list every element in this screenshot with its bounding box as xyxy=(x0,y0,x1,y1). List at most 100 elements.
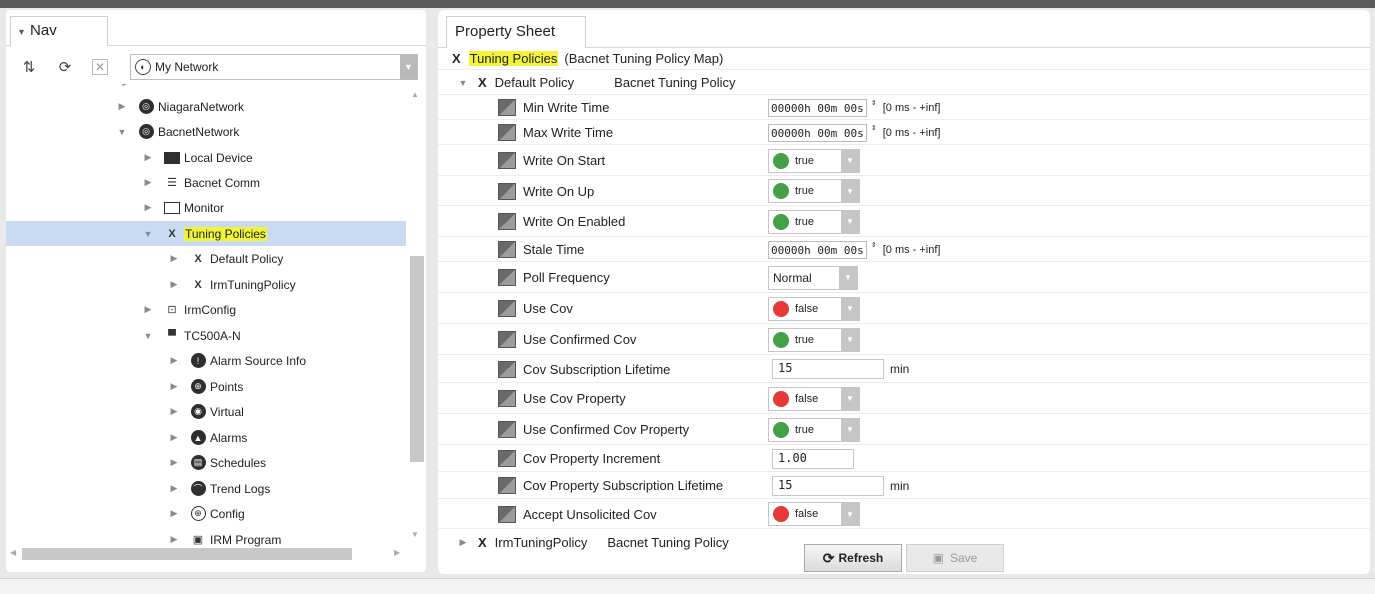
scroll-up-icon[interactable]: ▲ xyxy=(411,90,419,99)
collapse-arrow-icon[interactable]: ▼ xyxy=(142,229,154,239)
expand-arrow-icon[interactable]: ▶ xyxy=(168,253,180,264)
chevron-down-icon[interactable]: ▼ xyxy=(841,387,859,410)
tree-item-trend-logs[interactable]: ▶ ⌒ Trend Logs xyxy=(6,476,406,501)
tree-item-label: Alarms xyxy=(210,430,248,445)
tree-item-local-device[interactable]: ▶ Local Device xyxy=(6,145,406,170)
scrollbar-thumb[interactable] xyxy=(22,548,352,560)
tree-item-monitor[interactable]: ▶ Monitor xyxy=(6,195,406,220)
scroll-right-icon[interactable]: ▶ xyxy=(394,548,400,557)
tab-property-sheet[interactable]: Property Sheet xyxy=(446,16,586,48)
scroll-down-icon[interactable]: ▼ xyxy=(411,530,419,539)
expand-arrow-icon[interactable]: ▶ xyxy=(168,483,180,494)
expand-arrow-icon[interactable]: ▶ xyxy=(168,534,180,545)
tree-vertical-scrollbar[interactable]: ▲ ▼ xyxy=(408,84,424,550)
chevron-down-icon[interactable]: ▼ xyxy=(841,418,859,441)
tab-nav[interactable]: ▾ Nav xyxy=(10,16,108,46)
tree-item-config[interactable]: ▶ ⊕ Config xyxy=(6,501,406,526)
tree-item-irmconfig[interactable]: ▶ ⊡ IrmConfig xyxy=(6,297,406,322)
duration-field[interactable]: 00000h 00m 00s ⇕ [0 ms - +inf] xyxy=(768,121,941,144)
boolean-select[interactable]: true ▼ xyxy=(768,417,860,442)
collapse-arrow-icon[interactable]: ▼ xyxy=(456,78,470,88)
tree-item-irmtuningpolicy[interactable]: ▶ X IrmTuningPolicy xyxy=(6,272,406,297)
tree-item-default-policy[interactable]: ▶ X Default Policy xyxy=(6,246,406,271)
expand-arrow-icon[interactable]: ▶ xyxy=(168,279,180,290)
expand-arrow-icon[interactable]: ▶ xyxy=(168,355,180,366)
property-icon xyxy=(498,477,516,494)
expand-arrow-icon[interactable]: ▶ xyxy=(142,304,154,315)
number-input[interactable]: 15 xyxy=(772,475,884,496)
chevron-down-icon[interactable]: ▾ xyxy=(19,27,24,38)
prop-cov-subscription-lifetime: Cov Subscription Lifetime 15 min xyxy=(438,356,1370,383)
boolean-select[interactable]: true ▼ xyxy=(768,209,860,234)
duration-input[interactable]: 00000h 00m 00s xyxy=(768,123,867,142)
tree-item-alarm-source-info[interactable]: ▶ ! Alarm Source Info xyxy=(6,348,406,373)
duration-input[interactable]: 00000h 00m 00s xyxy=(768,240,867,259)
property-icon xyxy=(498,331,516,348)
tree-item-tc500a-n[interactable]: ▼ ▀ TC500A-N xyxy=(6,323,406,348)
points-icon: ⊕ xyxy=(190,379,206,395)
nav-panel: ▾ Nav ⇅ ⟳ ✕ ◐ My Network ▼ ▶ ▶ ◎ NiagaraN… xyxy=(6,10,426,572)
boolean-select[interactable]: true ▼ xyxy=(768,179,860,203)
boolean-select[interactable]: true ▼ xyxy=(768,327,860,352)
network-icon: ◎ xyxy=(138,99,154,115)
spinner-icon[interactable]: ⇕ xyxy=(869,98,879,117)
duration-field[interactable]: 00000h 00m 00s ⇕ [0 ms - +inf] xyxy=(768,96,941,119)
chevron-down-icon[interactable]: ▼ xyxy=(841,149,859,172)
tree-item-niagaranetwork[interactable]: ▶ ◎ NiagaraNetwork xyxy=(6,94,406,119)
expand-arrow-icon[interactable]: ▶ xyxy=(116,101,128,112)
tree-item-virtual[interactable]: ▶ ◉ Virtual xyxy=(6,399,406,424)
tree-item-bacnetnetwork[interactable]: ▼ ◎ BacnetNetwork xyxy=(6,119,406,144)
expand-arrow-icon[interactable]: ▶ xyxy=(142,202,154,213)
save-button[interactable]: ▣ Save xyxy=(906,544,1004,572)
expand-arrow-icon[interactable]: ▶ xyxy=(168,508,180,519)
chevron-down-icon[interactable]: ▼ xyxy=(400,55,417,79)
prop-label: Use Confirmed Cov xyxy=(523,332,637,347)
chevron-down-icon[interactable]: ▼ xyxy=(841,210,859,233)
boolean-select[interactable]: false ▼ xyxy=(768,296,860,321)
number-input[interactable]: 1.00 xyxy=(772,448,854,469)
collapse-arrow-icon[interactable]: ▼ xyxy=(116,127,128,137)
spinner-icon[interactable]: ⇕ xyxy=(869,240,879,259)
tree-item-schedules[interactable]: ▶ ▤ Schedules xyxy=(6,450,406,475)
property-sheet-body: X Tuning Policies (Bacnet Tuning Policy … xyxy=(438,48,1370,550)
default-policy-row[interactable]: ▼ X Default Policy Bacnet Tuning Policy xyxy=(438,71,1370,95)
poll-frequency-select[interactable]: Normal ▼ xyxy=(768,265,858,290)
expand-arrow-icon[interactable]: ▶ xyxy=(168,381,180,392)
tree-item-bacnet-comm[interactable]: ▶ ☰ Bacnet Comm xyxy=(6,170,406,195)
refresh-icon[interactable]: ⟳ xyxy=(54,56,76,78)
duration-field[interactable]: 00000h 00m 00s ⇕ [0 ms - +inf] xyxy=(768,238,941,261)
close-icon[interactable]: ✕ xyxy=(92,59,108,75)
tree-item-label: Config xyxy=(210,506,245,521)
status-bar xyxy=(0,578,1375,594)
expand-arrow-icon[interactable]: ▶ xyxy=(168,406,180,417)
tree-item-points[interactable]: ▶ ⊕ Points xyxy=(6,374,406,399)
expand-arrow-icon[interactable]: ▶ xyxy=(168,457,180,468)
boolean-select[interactable]: false ▼ xyxy=(768,386,860,411)
chevron-down-icon[interactable]: ▼ xyxy=(839,266,857,289)
prop-label: Use Confirmed Cov Property xyxy=(523,422,690,437)
chevron-down-icon[interactable]: ▼ xyxy=(841,328,859,351)
scroll-left-icon[interactable]: ◀ xyxy=(10,548,16,557)
expand-arrow-icon[interactable]: ▶ xyxy=(142,152,154,163)
collapse-arrow-icon[interactable]: ▼ xyxy=(142,331,154,341)
boolean-select[interactable]: false ▼ xyxy=(768,502,860,526)
scrollbar-thumb[interactable] xyxy=(410,256,424,462)
spinner-icon[interactable]: ⇕ xyxy=(869,123,879,142)
number-input[interactable]: 15 xyxy=(772,359,884,379)
network-select[interactable]: ◐ My Network ▼ xyxy=(130,54,418,80)
boolean-select[interactable]: true ▼ xyxy=(768,148,860,173)
refresh-button[interactable]: ⟳ Refresh xyxy=(804,544,902,572)
expand-arrow-icon[interactable]: ▶ xyxy=(168,432,180,443)
chevron-down-icon[interactable]: ▼ xyxy=(841,503,859,525)
prop-write-on-up: Write On Up true ▼ xyxy=(438,177,1370,206)
tree-horizontal-scrollbar[interactable]: ◀ ▶ xyxy=(6,546,406,562)
tree-item-alarms[interactable]: ▶ ▲ Alarms xyxy=(6,425,406,450)
chevron-down-icon[interactable]: ▼ xyxy=(841,297,859,320)
sort-arrows-icon[interactable]: ⇅ xyxy=(18,56,40,78)
root-row[interactable]: X Tuning Policies (Bacnet Tuning Policy … xyxy=(438,48,1370,70)
tree-item-tuning-policies[interactable]: ▼ X Tuning Policies xyxy=(6,221,406,246)
expand-arrow-icon[interactable]: ▶ xyxy=(142,177,154,188)
duration-input[interactable]: 00000h 00m 00s xyxy=(768,98,867,117)
chevron-down-icon[interactable]: ▼ xyxy=(841,180,859,202)
default-policy-type: Bacnet Tuning Policy xyxy=(614,75,736,90)
